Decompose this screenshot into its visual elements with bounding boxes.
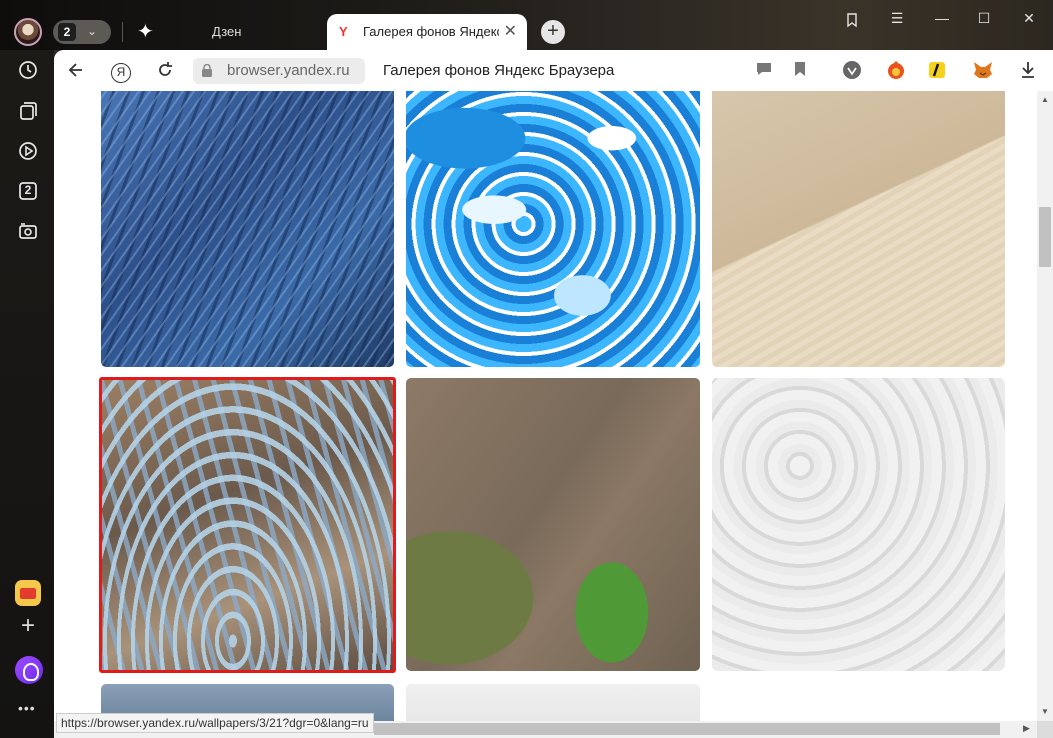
bookmarks-panel-icon[interactable]	[840, 12, 864, 31]
yandex-button[interactable]: Я	[110, 60, 132, 83]
extension-fire-icon[interactable]	[885, 60, 907, 82]
wallpaper-tile[interactable]	[712, 378, 1005, 671]
scroll-thumb[interactable]	[1039, 207, 1051, 267]
vertical-scrollbar[interactable]: ▲ ▼	[1037, 91, 1053, 721]
wallpaper-tile[interactable]	[101, 91, 394, 367]
sidebar-tab-badge: 2	[24, 183, 32, 197]
extension-lightning-icon[interactable]	[926, 60, 948, 82]
menu-icon[interactable]: ☰	[885, 10, 909, 27]
wallpaper-tile[interactable]	[712, 91, 1005, 367]
close-tab-icon[interactable]: ✕	[504, 23, 517, 41]
bookmark-icon[interactable]	[789, 60, 811, 82]
profile-avatar[interactable]	[14, 18, 42, 46]
collections-icon[interactable]	[17, 100, 39, 122]
tabs-counter-icon[interactable]: 2	[17, 180, 39, 202]
scroll-thumb[interactable]	[374, 723, 1000, 735]
address-toolbar: Я browser.yandex.ru Галерея фонов Яндекс…	[54, 50, 1053, 91]
wallpaper-tile[interactable]	[406, 91, 700, 367]
scrollbar-corner	[1037, 721, 1053, 738]
sparkle-icon[interactable]: ✦	[137, 20, 154, 44]
wallpaper-gallery	[54, 91, 1037, 721]
new-tab-button[interactable]: +	[541, 20, 565, 44]
back-arrow-icon[interactable]	[65, 60, 87, 82]
alice-assistant-icon[interactable]	[15, 656, 43, 684]
extension-protect-icon[interactable]	[841, 60, 863, 82]
url-host: browser.yandex.ru	[227, 62, 350, 79]
history-icon[interactable]	[17, 59, 39, 81]
minimize-icon[interactable]: —	[930, 10, 954, 26]
download-icon[interactable]	[1017, 60, 1039, 82]
chat-icon[interactable]	[753, 60, 775, 82]
close-window-icon[interactable]: ✕	[1017, 10, 1041, 27]
tab-group-button[interactable]: 2 ⌄	[53, 20, 111, 44]
address-bar[interactable]: browser.yandex.ru	[193, 58, 365, 84]
yandex-logo-icon: Я	[111, 63, 131, 83]
wallpaper-tile[interactable]	[99, 377, 396, 673]
mail-icon[interactable]	[15, 580, 41, 606]
scroll-right-icon[interactable]: ▶	[1023, 723, 1030, 734]
tab-title: Галерея фонов Яндекс Браузера	[363, 24, 499, 39]
screenshot-icon[interactable]	[17, 220, 39, 242]
reload-icon[interactable]	[154, 60, 176, 82]
scroll-up-icon[interactable]: ▲	[1041, 95, 1049, 104]
wallpaper-tile[interactable]	[406, 684, 700, 721]
play-icon[interactable]	[17, 140, 39, 162]
tab-count-badge: 2	[58, 23, 76, 41]
browser-content: Я browser.yandex.ru Галерея фонов Яндекс…	[54, 50, 1053, 738]
add-panel-icon[interactable]: +	[16, 614, 40, 638]
tab-dzen[interactable]: Дзен	[170, 14, 320, 50]
status-url: https://browser.yandex.ru/wallpapers/3/2…	[56, 713, 374, 733]
tab-active[interactable]: Y Галерея фонов Яндекс Браузера ✕	[327, 14, 527, 50]
more-icon[interactable]: •••	[18, 700, 36, 716]
chevron-down-icon: ⌄	[87, 24, 98, 38]
lock-icon	[202, 64, 212, 77]
yandex-favicon-icon: Y	[339, 24, 348, 39]
wallpaper-tile[interactable]	[406, 378, 700, 671]
maximize-icon[interactable]: ☐	[972, 10, 996, 27]
scroll-down-icon[interactable]: ▼	[1041, 707, 1049, 716]
page-title: Галерея фонов Яндекс Браузера	[383, 62, 615, 79]
divider	[122, 22, 123, 42]
metamask-fox-icon[interactable]	[972, 60, 994, 82]
